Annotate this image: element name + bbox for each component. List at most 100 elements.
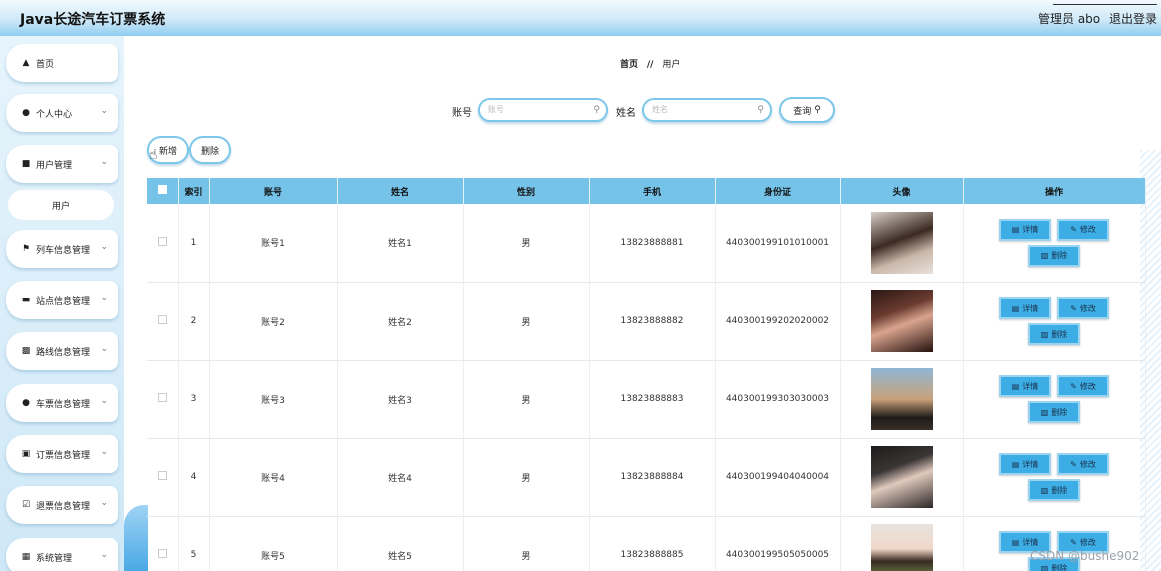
document-icon: ▤ xyxy=(1011,225,1020,235)
pencil-icon: ✎ xyxy=(1070,459,1077,469)
sidebar-item-label: 首页 xyxy=(36,59,55,70)
cell-account: 账号1 xyxy=(209,204,338,283)
trash-icon: ▧ xyxy=(1040,563,1049,571)
chevron-down-icon: ⌄ xyxy=(100,550,108,560)
detail-button[interactable]: ▤ 详情 xyxy=(999,375,1051,397)
sidebar-item-personal-center[interactable]: ● 个人中心 ⌄ xyxy=(6,94,118,132)
avatar-photo[interactable] xyxy=(870,524,933,571)
cell-account: 账号5 xyxy=(209,516,338,571)
row-delete-button[interactable]: ▧ 删除 xyxy=(1028,401,1080,423)
breadcrumb-separator: // xyxy=(646,60,654,70)
avatar-photo[interactable] xyxy=(870,446,933,508)
sidebar-item-label: 用户管理 xyxy=(36,160,73,171)
document-icon: ▤ xyxy=(1011,459,1020,469)
thumb-icon: ■ xyxy=(21,159,31,169)
detail-button[interactable]: ▤ 详情 xyxy=(999,218,1051,241)
admin-label: 管理员 abo xyxy=(1038,12,1101,26)
cell-name: 姓名3 xyxy=(337,360,464,439)
sidebar-subitem-label: 用户 xyxy=(51,201,70,212)
app-title: Java长途汽车订票系统 xyxy=(20,12,166,28)
breadcrumb-current: 用户 xyxy=(662,60,681,70)
sidebar-item-ticket-info[interactable]: ● 车票信息管理 ⌄ xyxy=(6,384,118,422)
cell-name: 姓名1 xyxy=(337,204,464,283)
cell-avatar xyxy=(840,516,964,571)
table-row: 3 账号3 姓名3 男 13823888883 4403001993030300… xyxy=(147,360,1146,439)
cell-gender: 男 xyxy=(463,438,590,517)
detail-button[interactable]: ▤ 详情 xyxy=(999,453,1051,475)
document-icon: ▤ xyxy=(1011,303,1020,313)
chevron-down-icon: ⌄ xyxy=(100,106,108,116)
sidebar-item-booking-info[interactable]: ▣ 订票信息管理 ⌄ xyxy=(6,435,118,473)
flag-icon: ⚑ xyxy=(21,244,31,254)
cell-index: 2 xyxy=(178,282,210,361)
cell-id-card: 440300199101010001 xyxy=(715,204,841,283)
sidebar-item-label: 订票信息管理 xyxy=(36,450,91,461)
row-checkbox[interactable] xyxy=(147,516,179,571)
detail-button[interactable]: ▤ 详情 xyxy=(999,297,1051,319)
users-table: 索引 账号 姓名 性别 手机 身份证 头像 操作 1 账号1 姓名1 男 138… xyxy=(147,178,1146,571)
sidebar-item-refund-info[interactable]: ☑ 退票信息管理 ⌄ xyxy=(6,486,118,524)
name-search-input[interactable]: 姓名 ⚲ xyxy=(642,98,772,122)
column-header: 姓名 xyxy=(337,178,464,204)
cell-gender: 男 xyxy=(463,204,590,283)
cell-id-card: 440300199202020002 xyxy=(715,282,841,361)
breadcrumb-home[interactable]: 首页 xyxy=(620,60,638,70)
column-header: 操作 xyxy=(963,178,1146,204)
cell-gender: 男 xyxy=(463,282,590,361)
avatar-photo[interactable] xyxy=(870,290,933,352)
sidebar-item-label: 系统管理 xyxy=(36,553,73,564)
edit-button[interactable]: ✎ 修改 xyxy=(1057,453,1109,475)
bar-chart-icon: ▩ xyxy=(21,346,31,356)
cell-actions: ▤ 详情 ✎ 修改 ▧ 删除 xyxy=(963,204,1146,283)
row-delete-button[interactable]: ▧ 删除 xyxy=(1028,323,1080,345)
edit-button[interactable]: ✎ 修改 xyxy=(1057,218,1109,241)
cell-index: 4 xyxy=(178,438,210,517)
location-pin-icon: ● xyxy=(22,398,30,408)
sidebar-item-route-info[interactable]: ▩ 路线信息管理 ⌄ xyxy=(6,332,118,370)
edit-button[interactable]: ✎ 修改 xyxy=(1057,375,1109,397)
avatar-photo[interactable] xyxy=(870,368,933,430)
sidebar-item-system[interactable]: ▦ 系统管理 ⌄ xyxy=(6,538,118,571)
sidebar-item-station-info[interactable]: ▬ 站点信息管理 ⌄ xyxy=(6,281,118,319)
sidebar-item-user-management[interactable]: ■ 用户管理 ⌄ xyxy=(6,145,118,183)
document-icon: ▤ xyxy=(1011,537,1020,547)
clipboard-icon: ▣ xyxy=(21,449,31,459)
cell-id-card: 440300199303030003 xyxy=(715,360,841,439)
cell-name: 姓名5 xyxy=(337,516,464,571)
select-all-checkbox[interactable] xyxy=(147,178,179,204)
row-checkbox[interactable] xyxy=(147,360,179,439)
watermark: CSDN @bushe902 xyxy=(1030,549,1140,563)
cell-name: 姓名2 xyxy=(337,282,464,361)
home-icon: ▲ xyxy=(22,58,30,68)
query-button[interactable]: 查询 ⚲ xyxy=(779,97,835,123)
row-checkbox[interactable] xyxy=(147,438,179,517)
column-header: 性别 xyxy=(463,178,590,204)
chevron-down-icon: ⌄ xyxy=(100,157,108,167)
sidebar-item-home[interactable]: ▲ 首页 xyxy=(6,44,118,82)
trash-icon: ▧ xyxy=(1040,407,1049,417)
chevron-down-icon: ⌄ xyxy=(100,344,108,354)
row-checkbox[interactable] xyxy=(147,204,179,283)
cell-phone: 13823888881 xyxy=(589,204,716,283)
row-delete-button[interactable]: ▧ 删除 xyxy=(1028,244,1080,267)
chevron-down-icon: ⌄ xyxy=(100,447,108,457)
logout-link[interactable]: 退出登录 xyxy=(1109,10,1157,27)
account-search-input[interactable]: 账号 ⚲ xyxy=(478,98,608,122)
sidebar-item-train-info[interactable]: ⚑ 列车信息管理 ⌄ xyxy=(6,230,118,268)
sidebar-subitem-users[interactable]: 用户 xyxy=(8,190,114,220)
table-row: 1 账号1 姓名1 男 13823888881 4403001991010100… xyxy=(147,204,1146,283)
name-label: 姓名 xyxy=(616,108,636,119)
cell-actions: ▤ 详情 ✎ 修改 ▧ 删除 xyxy=(963,438,1146,517)
edit-button[interactable]: ✎ 修改 xyxy=(1057,297,1109,319)
column-header: 身份证 xyxy=(715,178,841,204)
sidebar-item-label: 列车信息管理 xyxy=(36,245,91,256)
cell-avatar xyxy=(840,282,964,361)
cell-actions: ▤ 详情 ✎ 修改 ▧ 删除 xyxy=(963,282,1146,361)
row-delete-button[interactable]: ▧ 删除 xyxy=(1028,479,1080,501)
account-label: 账号 xyxy=(452,108,472,119)
delete-button[interactable]: 删除 xyxy=(189,136,231,164)
avatar-photo[interactable] xyxy=(870,211,933,274)
name-placeholder: 姓名 xyxy=(652,105,668,114)
top-divider xyxy=(1053,4,1157,5)
row-checkbox[interactable] xyxy=(147,282,179,361)
